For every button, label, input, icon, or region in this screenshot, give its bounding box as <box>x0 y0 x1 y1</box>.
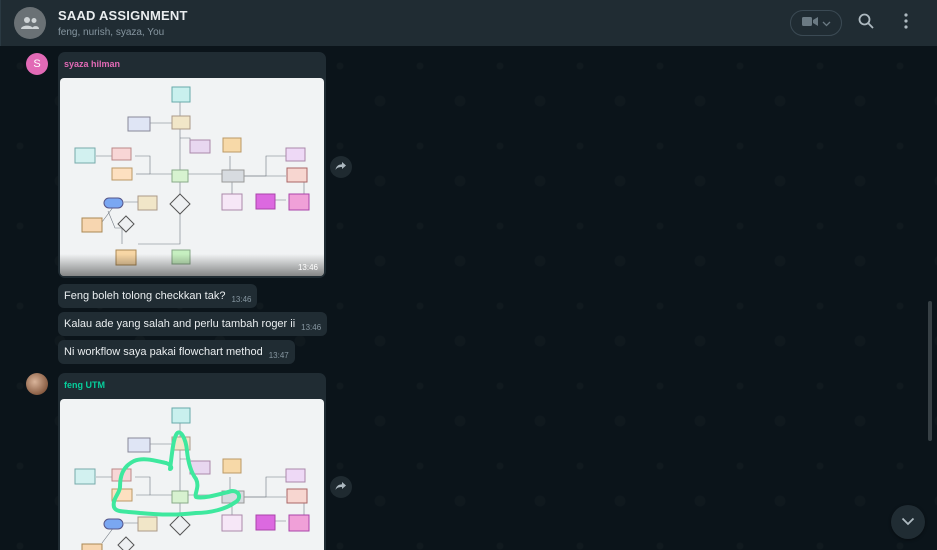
menu-button[interactable] <box>895 12 917 34</box>
text-message[interactable]: Ni workflow saya pakai flowchart method … <box>58 340 295 364</box>
message-time: 13:47 <box>268 350 289 360</box>
message-time: 13:46 <box>301 322 322 332</box>
message-time: 13:46 <box>231 294 252 304</box>
annotated-flowchart-diagram <box>74 407 310 550</box>
chat-members[interactable]: feng, nurish, syaza, You <box>58 27 164 38</box>
image-overlay <box>60 254 324 276</box>
image-message[interactable]: syaza hilman 13:46 <box>58 52 326 278</box>
sender-name[interactable]: feng UTM <box>64 380 105 390</box>
search-button[interactable] <box>855 12 877 34</box>
text-message[interactable]: Kalau ade yang salah and perlu tambah ro… <box>58 312 328 336</box>
chevron-down-icon <box>822 14 831 32</box>
flowchart-diagram <box>74 86 310 266</box>
video-call-icon <box>801 14 818 32</box>
forward-button[interactable] <box>330 476 352 498</box>
chevron-down-icon <box>901 513 915 531</box>
avatar-initial: S <box>33 58 41 70</box>
group-avatar-icon[interactable] <box>14 7 46 39</box>
message-text: Ni workflow saya pakai flowchart method <box>64 346 263 358</box>
sender-avatar-feng[interactable] <box>26 373 48 395</box>
forward-button[interactable] <box>330 156 352 178</box>
message-time: 13:46 <box>297 263 318 272</box>
menu-icon <box>904 12 908 34</box>
scroll-to-bottom-button[interactable] <box>891 505 925 539</box>
flowchart-image[interactable]: 13:46 <box>60 78 324 276</box>
scrollbar[interactable] <box>928 301 932 441</box>
sender-avatar-syaza[interactable]: S <box>26 53 48 75</box>
chat-title[interactable]: SAAD ASSIGNMENT <box>58 8 188 23</box>
chat-header: SAAD ASSIGNMENT feng, nurish, syaza, You <box>0 0 937 46</box>
search-icon <box>858 13 874 34</box>
flowchart-image[interactable] <box>60 399 324 550</box>
sender-name[interactable]: syaza hilman <box>64 59 120 69</box>
chat-area[interactable]: S syaza hilman 13:46 Feng boleh tolong c… <box>0 46 937 550</box>
video-call-button[interactable] <box>790 10 842 36</box>
forward-icon <box>335 158 347 176</box>
message-text: Feng boleh tolong checkkan tak? <box>64 290 226 302</box>
forward-icon <box>335 478 347 496</box>
image-message[interactable]: feng UTM <box>58 373 326 550</box>
message-text: Kalau ade yang salah and perlu tambah ro… <box>64 318 296 330</box>
text-message[interactable]: Feng boleh tolong checkkan tak? 13:46 <box>58 284 258 308</box>
